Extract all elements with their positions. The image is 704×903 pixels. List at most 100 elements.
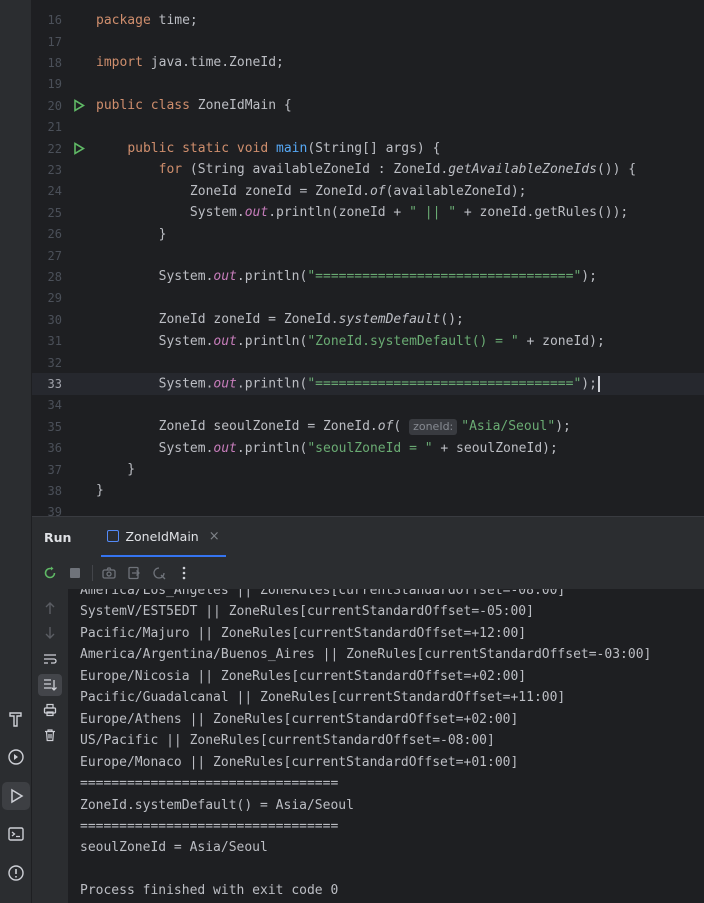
gutter-spacer bbox=[62, 159, 96, 180]
console-line: US/Pacific || ZoneRules[currentStandardO… bbox=[80, 733, 495, 749]
gutter-spacer bbox=[62, 224, 96, 245]
code-line[interactable]: 27 bbox=[32, 245, 704, 266]
trash-icon[interactable] bbox=[38, 724, 62, 746]
console-line: Europe/Nicosia || ZoneRules[currentStand… bbox=[80, 668, 527, 684]
code-line[interactable]: 22 public static void main(String[] args… bbox=[32, 138, 704, 159]
code-line[interactable]: 21 bbox=[32, 117, 704, 138]
gutter-spacer bbox=[62, 352, 96, 373]
code-line[interactable]: 18 import java.time.ZoneId; bbox=[32, 52, 704, 73]
line-number: 36 bbox=[47, 441, 62, 456]
code-text: ZoneId zoneId = ZoneId.of(availableZoneI… bbox=[96, 183, 527, 199]
code-line[interactable]: 25 System.out.println(zoneId + " || " + … bbox=[32, 202, 704, 223]
tab-zoneidmain[interactable]: ZoneIdMain × bbox=[101, 517, 226, 557]
run-toolbar bbox=[32, 557, 704, 589]
run-tool-icon[interactable] bbox=[2, 782, 30, 810]
code-text: } bbox=[96, 462, 136, 478]
gutter-spacer bbox=[62, 288, 96, 309]
code-text: public static void main(String[] args) { bbox=[127, 141, 441, 157]
line-number: 34 bbox=[47, 398, 62, 413]
code-line[interactable]: 28 System.out.println("=================… bbox=[32, 266, 704, 287]
services-icon[interactable] bbox=[2, 743, 30, 771]
line-number: 23 bbox=[47, 162, 62, 177]
line-number: 28 bbox=[47, 269, 62, 284]
run-gutter-icon[interactable] bbox=[62, 95, 96, 116]
code-text: System.out.println(zoneId + " || " + zon… bbox=[96, 205, 629, 221]
code-line[interactable]: 33 System.out.println("=================… bbox=[32, 373, 704, 395]
code-line[interactable]: 23 for (String availableZoneId : ZoneId.… bbox=[32, 159, 704, 180]
stop-icon[interactable] bbox=[63, 561, 87, 585]
camera-icon[interactable] bbox=[97, 561, 121, 585]
gutter-spacer bbox=[62, 117, 96, 138]
code-line[interactable]: 26 } bbox=[32, 224, 704, 245]
code-line[interactable]: 34 bbox=[32, 395, 704, 416]
line-number: 21 bbox=[47, 120, 62, 135]
code-line[interactable]: 24 ZoneId zoneId = ZoneId.of(availableZo… bbox=[32, 181, 704, 202]
code-line[interactable]: 16 package time; bbox=[32, 10, 704, 31]
code-text: ZoneId seoulZoneId = ZoneId.of( zoneId: "… bbox=[96, 418, 571, 435]
code-text: System.out.println("seoulZoneId = " + se… bbox=[96, 440, 558, 456]
terminal-icon[interactable] bbox=[2, 820, 30, 848]
line-number: 17 bbox=[47, 34, 62, 49]
scroll-to-end-icon[interactable] bbox=[38, 674, 62, 696]
code-line[interactable]: 20 public class ZoneIdMain { bbox=[32, 95, 704, 116]
gutter-spacer bbox=[62, 181, 96, 202]
code-line[interactable]: 37 } bbox=[32, 459, 704, 480]
close-icon[interactable]: × bbox=[209, 529, 220, 544]
line-number: 27 bbox=[47, 248, 62, 263]
hammer-icon[interactable] bbox=[2, 705, 30, 733]
code-line[interactable]: 39 bbox=[32, 502, 704, 516]
problems-icon[interactable] bbox=[2, 859, 30, 887]
code-line[interactable]: 38} bbox=[32, 480, 704, 501]
line-number: 19 bbox=[47, 77, 62, 92]
console-line: ================================= bbox=[80, 818, 339, 834]
console-output[interactable]: America/Los_Angeles || ZoneRules[current… bbox=[68, 589, 704, 903]
debug-attach-icon[interactable] bbox=[147, 561, 171, 585]
code-line[interactable]: 19 bbox=[32, 74, 704, 95]
line-number: 25 bbox=[47, 205, 62, 220]
code-line[interactable]: 17 bbox=[32, 31, 704, 52]
gutter-spacer bbox=[62, 438, 96, 459]
console-line: Process finished with exit code 0 bbox=[80, 883, 339, 899]
code-line[interactable]: 31 System.out.println("ZoneId.systemDefa… bbox=[32, 331, 704, 352]
code-text: ZoneId zoneId = ZoneId.systemDefault(); bbox=[96, 312, 464, 328]
code-line[interactable]: 30 ZoneId zoneId = ZoneId.systemDefault(… bbox=[32, 309, 704, 330]
gutter-spacer bbox=[62, 10, 96, 31]
console-line: Europe/Monaco || ZoneRules[currentStanda… bbox=[80, 754, 519, 770]
code-line[interactable]: 36 System.out.println("seoulZoneId = " +… bbox=[32, 438, 704, 459]
line-number: 32 bbox=[47, 355, 62, 370]
code-editor[interactable]: 16 package time; 17 18 import java.time.Zone… bbox=[32, 0, 704, 516]
arrow-up-icon[interactable] bbox=[38, 597, 62, 619]
left-tool-bar bbox=[0, 0, 32, 903]
line-number: 26 bbox=[47, 227, 62, 242]
toolbar-divider bbox=[92, 565, 93, 581]
soft-wrap-icon[interactable] bbox=[38, 648, 62, 670]
run-gutter-icon[interactable] bbox=[62, 138, 96, 159]
gutter-spacer bbox=[62, 373, 96, 394]
console-line: America/Los_Angeles || ZoneRules[current… bbox=[80, 589, 566, 598]
print-icon[interactable] bbox=[38, 699, 62, 721]
arrow-down-icon[interactable] bbox=[38, 622, 62, 644]
console-line: Europe/Athens || ZoneRules[currentStanda… bbox=[80, 711, 519, 727]
line-number: 24 bbox=[47, 184, 62, 199]
tab-label: ZoneIdMain bbox=[125, 528, 199, 544]
gutter-spacer bbox=[62, 331, 96, 352]
line-number: 31 bbox=[47, 334, 62, 349]
run-panel: Run ZoneIdMain × America/Los_Angeles || … bbox=[32, 516, 704, 903]
code-text: } bbox=[96, 226, 167, 242]
code-text: System.out.println("====================… bbox=[96, 375, 600, 392]
gutter-spacer bbox=[62, 480, 96, 501]
rerun-icon[interactable] bbox=[38, 561, 62, 585]
line-number: 38 bbox=[47, 483, 62, 498]
exit-icon[interactable] bbox=[122, 561, 146, 585]
gutter-spacer bbox=[62, 459, 96, 480]
code-text: } bbox=[96, 483, 104, 499]
code-line[interactable]: 35 ZoneId seoulZoneId = ZoneId.of( zoneI… bbox=[32, 416, 704, 437]
more-options-icon[interactable] bbox=[172, 561, 196, 585]
line-number: 22 bbox=[47, 141, 62, 156]
console-line: Pacific/Guadalcanal || ZoneRules[current… bbox=[80, 690, 566, 706]
gutter-spacer bbox=[62, 202, 96, 223]
code-line[interactable]: 29 bbox=[32, 288, 704, 309]
line-number: 20 bbox=[47, 98, 62, 113]
code-line[interactable]: 32 bbox=[32, 352, 704, 373]
code-text: import java.time.ZoneId; bbox=[96, 55, 284, 71]
